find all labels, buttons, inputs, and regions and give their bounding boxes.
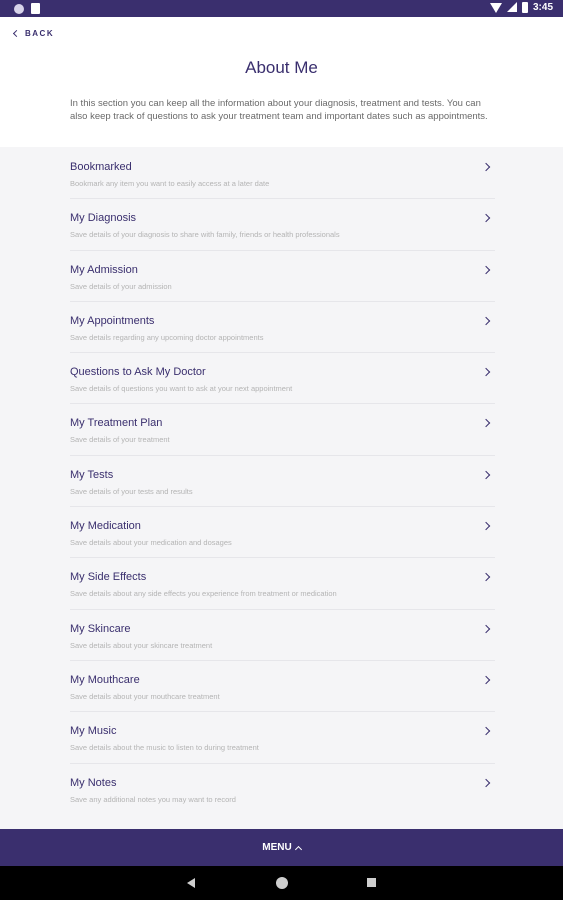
- chevron-right-icon: [481, 419, 491, 428]
- list-item-subtitle: Save details of your tests and results: [70, 486, 193, 496]
- list-item-title: My Admission: [70, 263, 138, 276]
- chevron-right-icon: [481, 778, 491, 787]
- clock: 3:45: [532, 1, 553, 13]
- list-item-title: My Treatment Plan: [70, 417, 163, 430]
- nav-back-icon[interactable]: [187, 878, 195, 888]
- list-item-title: My Mouthcare: [70, 673, 140, 686]
- notification-icons: [14, 3, 40, 14]
- chevron-right-icon: [481, 573, 491, 582]
- menu-button[interactable]: MENU: [0, 829, 563, 866]
- list-item-subtitle: Save any additional notes you may want t…: [70, 794, 236, 804]
- chevron-right-icon: [481, 367, 491, 377]
- list-item-title: My Notes: [70, 776, 117, 789]
- list-item-subtitle: Save details about your mouthcare treatm…: [70, 691, 220, 701]
- list-item[interactable]: My Skincare Save details about your skinc…: [70, 610, 495, 661]
- list-item-title: My Side Effects: [70, 571, 147, 584]
- system-nav-bar: [0, 866, 563, 900]
- list-item[interactable]: My Mouthcare Save details about your mout…: [70, 661, 495, 713]
- chevron-right-icon: [481, 162, 491, 172]
- list-item[interactable]: My Music Save details about the music to …: [70, 712, 495, 764]
- list-item-title: Questions to Ask My Doctor: [70, 366, 206, 379]
- list-item-subtitle: Save details regarding any upcoming doct…: [70, 332, 264, 342]
- header: BACK About Me In this section you can ke…: [0, 17, 563, 147]
- back-label: BACK: [25, 29, 55, 38]
- list-item[interactable]: Bookmarked Bookmark any item you want to …: [70, 148, 495, 200]
- chevron-right-icon: [481, 470, 491, 480]
- list-item-title: My Skincare: [70, 622, 131, 635]
- wifi-icon: [489, 3, 502, 13]
- signal-icon: [506, 2, 517, 12]
- nav-home-icon[interactable]: [276, 877, 288, 889]
- list-item[interactable]: My Diagnosis Save details of your diagnos…: [70, 199, 495, 251]
- battery-icon: [521, 1, 528, 13]
- list-item-title: My Music: [70, 725, 117, 738]
- list-item[interactable]: Questions to Ask My Doctor Save details o…: [70, 353, 495, 405]
- chevron-left-icon: [12, 29, 21, 38]
- chevron-right-icon: [481, 727, 491, 736]
- list-item-subtitle: Save details about your medication and d…: [70, 538, 232, 548]
- list-item-title: My Tests: [70, 468, 114, 481]
- list-item[interactable]: My Appointments Save details regarding an…: [70, 302, 495, 354]
- list-item-title: My Appointments: [70, 314, 155, 327]
- status-bar: 3:45: [0, 0, 563, 17]
- list-item-title: My Diagnosis: [70, 212, 137, 225]
- list-item[interactable]: My Side Effects Save details about any si…: [70, 558, 495, 610]
- list-item-subtitle: Bookmark any item you want to easily acc…: [70, 179, 270, 188]
- intro-text: In this section you can keep all the inf…: [70, 98, 488, 122]
- list-item[interactable]: My Admission Save details of your admissi…: [70, 251, 495, 302]
- chevron-right-icon: [481, 521, 491, 531]
- list-item-subtitle: Save details about any side effects you …: [70, 589, 337, 599]
- list-item[interactable]: My Medication Save details about your med…: [70, 507, 495, 559]
- about-me-list: Bookmarked Bookmark any item you want to …: [70, 148, 495, 815]
- chevron-right-icon: [481, 624, 491, 633]
- list-item-subtitle: Save details of your diagnosis to share …: [70, 230, 340, 240]
- chevron-up-icon: [294, 845, 302, 853]
- list-item-subtitle: Save details about the music to listen t…: [70, 743, 259, 753]
- chevron-right-icon: [481, 675, 491, 685]
- system-icons: 3:45: [489, 1, 553, 13]
- list-item[interactable]: My Notes Save any additional notes you ma…: [70, 764, 495, 815]
- list-item-subtitle: Save details of your treatment: [70, 435, 170, 445]
- notification-circle-icon: [14, 3, 24, 14]
- list-item-subtitle: Save details of your admission: [70, 281, 172, 291]
- nav-recents-icon[interactable]: [367, 878, 376, 887]
- list-item-subtitle: Save details of questions you want to as…: [70, 384, 293, 394]
- chevron-right-icon: [481, 214, 491, 223]
- list-item[interactable]: My Tests Save details of your tests and r…: [70, 456, 495, 508]
- chevron-right-icon: [481, 265, 491, 274]
- list-item-title: My Medication: [70, 520, 141, 533]
- menu-label: MENU: [262, 842, 292, 853]
- list-item-title: Bookmarked: [70, 161, 132, 173]
- page-title: About Me: [245, 58, 318, 77]
- list-item-subtitle: Save details about your skincare treatme…: [70, 640, 213, 650]
- sd-card-icon: [31, 3, 40, 14]
- list-item[interactable]: My Treatment Plan Save details of your tr…: [70, 404, 495, 456]
- chevron-right-icon: [481, 316, 491, 326]
- back-button[interactable]: BACK: [12, 29, 55, 38]
